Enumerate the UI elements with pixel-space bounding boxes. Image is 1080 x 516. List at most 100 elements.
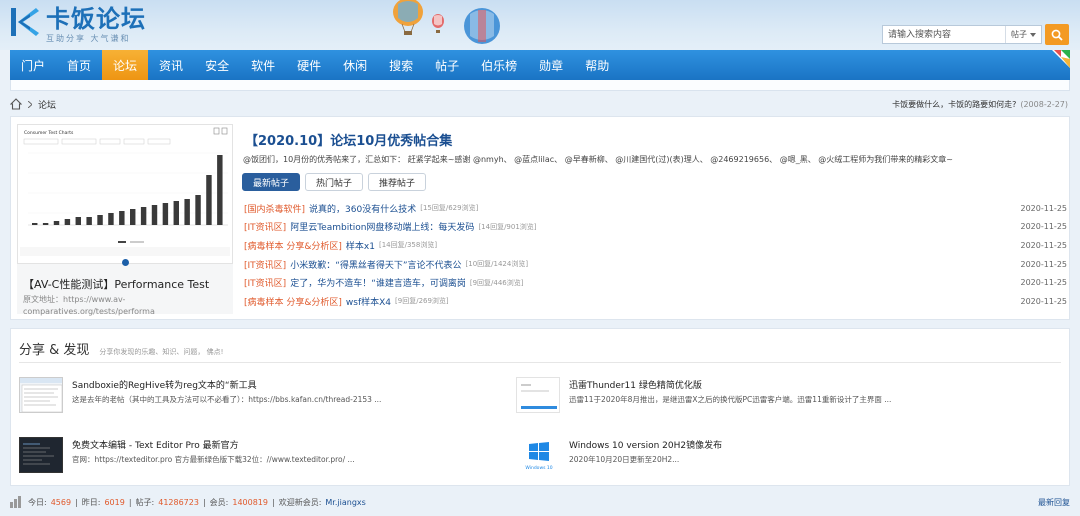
share-item-title[interactable]: 迅雷Thunder11 绿色精简优化版 <box>569 378 702 391</box>
chart-bar <box>140 207 147 225</box>
chevron-down-icon <box>1030 32 1036 37</box>
chart-bar <box>97 215 103 225</box>
chart-bar <box>206 175 212 225</box>
featured-thread-title[interactable]: 【2020.10】论坛10月优秀帖合集 <box>245 130 452 149</box>
share-thumbnail[interactable] <box>516 377 560 413</box>
thread-date: 2020-11-25 <box>1020 278 1068 288</box>
nav-item[interactable]: 软件 <box>240 50 286 80</box>
logo-k-icon <box>11 8 39 36</box>
stat-label: 帖子: <box>135 497 155 507</box>
nav-item[interactable]: 伯乐榜 <box>470 50 528 80</box>
site-header: 卡饭论坛 互助分享 大气谦和 帖子 <box>0 0 1080 50</box>
chart-bar <box>119 211 125 225</box>
thread-row[interactable]: [病毒样本 分享&分析区] wsf样本X4 [9回复/269浏览] 2020-11-2… <box>244 292 1067 311</box>
nav-item[interactable]: 论坛 <box>102 50 149 80</box>
main-nav: 门户 首页 论坛 资讯 安全 软件 硬件 休闲 搜索 帖子 伯乐榜 勋章 帮助 <box>10 50 1070 80</box>
nav-item[interactable]: 资讯 <box>148 50 194 80</box>
share-item[interactable]: Windows 10 Windows 10 version 20H2镜像发布 2… <box>516 437 1006 477</box>
share-item-title[interactable]: Sandboxie的RegHive转为reg文本的“新工具 <box>72 378 257 391</box>
stat-members: 1400819 <box>232 497 268 507</box>
thread-date: 2020-11-25 <box>1020 296 1068 306</box>
balloon-decoration <box>393 0 423 35</box>
chart-bar <box>108 213 114 225</box>
forum-stats: 今日: 4569 | 昨日: 6019 | 帖子: 41286723 | 会员:… <box>10 495 366 509</box>
share-item-title[interactable]: 免费文本编辑 - Text Editor Pro 最新官方 <box>72 438 239 451</box>
thread-tab[interactable]: 热门帖子 <box>305 173 364 191</box>
thread-stats: [9回复/446浏览] <box>469 278 524 287</box>
thread-category[interactable]: [IT资讯区] <box>244 258 286 271</box>
thread-title[interactable]: 阿里云Teambition网盘移动端上线：每天发码 <box>290 220 474 233</box>
thread-category[interactable]: [国内杀毒软件] <box>244 202 305 215</box>
chart-bar <box>162 203 169 225</box>
nav-item[interactable]: 帮助 <box>574 50 620 80</box>
share-title[interactable]: 分享 & 发现 <box>19 339 89 358</box>
nav-item[interactable]: 门户 <box>10 50 56 80</box>
thread-tab[interactable]: 推荐帖子 <box>368 173 427 191</box>
thread-stats: [15回复/629浏览] <box>420 204 479 213</box>
separator: | <box>128 497 132 507</box>
windows-label: Windows 10 <box>525 465 552 471</box>
slide-image[interactable]: Consumer Test Charts <box>17 124 233 264</box>
share-item-title[interactable]: Windows 10 version 20H2镜像发布 <box>569 438 722 451</box>
nav-item[interactable]: 勋章 <box>528 50 574 80</box>
search-input[interactable] <box>883 26 1005 43</box>
home-icon[interactable] <box>10 98 22 110</box>
search-type-label: 帖子 <box>1011 30 1027 39</box>
thread-category[interactable]: [病毒样本 分享&分析区] <box>244 239 342 252</box>
share-thumbnail[interactable] <box>19 437 63 473</box>
notice-text[interactable]: 卡饭要做什么，卡饭的路要如何走? <box>892 100 1016 109</box>
site-logo[interactable]: 卡饭论坛 互助分享 大气谦和 <box>10 6 146 43</box>
thread-row[interactable]: [IT资讯区] 定了，华为不造车！“谁建言造车，可调离岗 [9回复/446浏览] 20… <box>244 273 1067 292</box>
latest-reply-link[interactable]: 最新回复 <box>1038 497 1070 508</box>
balloon-decoration <box>464 8 500 44</box>
slide-caption[interactable]: 【AV-C性能测试】Performance Test <box>23 276 209 292</box>
site-notice[interactable]: 卡饭要做什么，卡饭的路要如何走? (2008-2-27) <box>892 99 1068 110</box>
thread-category[interactable]: [IT资讯区] <box>244 220 286 233</box>
nav-item[interactable]: 首页 <box>56 50 102 80</box>
thread-list: [国内杀毒软件] 说真的，360没有什么技术 [15回复/629浏览] 2020-11… <box>244 199 1067 311</box>
thread-stats: [10回复/1424浏览] <box>465 260 529 269</box>
thread-title[interactable]: wsf样本X4 <box>346 295 391 308</box>
nav-item[interactable]: 安全 <box>194 50 240 80</box>
thread-row[interactable]: [病毒样本 分享&分析区] 样本x1 [14回复/358浏览] 2020-11-25 <box>244 236 1067 255</box>
chart-bar <box>195 195 201 225</box>
breadcrumb-current[interactable]: 论坛 <box>38 98 56 111</box>
thread-row[interactable]: [国内杀毒软件] 说真的，360没有什么技术 [15回复/629浏览] 2020-11… <box>244 199 1067 218</box>
share-thumbnail[interactable] <box>19 377 63 413</box>
share-item-excerpt: 官网：https://texteditor.pro 官方最新绿色版下载32位：/… <box>72 455 355 464</box>
thread-category[interactable]: [病毒样本 分享&分析区] <box>244 295 342 308</box>
color-flag-icon[interactable] <box>1052 50 1070 68</box>
chart-bar <box>32 223 38 225</box>
stat-yesterday: 6019 <box>104 497 125 507</box>
thread-stats: [14回复/358浏览] <box>378 241 438 250</box>
thread-title[interactable]: 定了，华为不造车！“谁建言造车，可调离岗 <box>290 276 466 289</box>
thread-title[interactable]: 样本x1 <box>346 239 375 252</box>
nav-item[interactable]: 硬件 <box>286 50 332 80</box>
stat-label: 会员: <box>209 497 229 507</box>
share-item-excerpt: 这是去年的老帖（其中的工具及方法可以不必看了）：https://bbs.kafa… <box>72 395 382 404</box>
logo-slogan: 互助分享 大气谦和 <box>46 34 131 43</box>
chart-bar <box>173 201 179 225</box>
share-item[interactable]: Sandboxie的RegHive转为reg文本的“新工具 这是去年的老帖（其中… <box>19 377 509 417</box>
thread-category[interactable]: [IT资讯区] <box>244 276 286 289</box>
thread-row[interactable]: [IT资讯区] 小米致歉：“得黑丝者得天下”言论不代表公 [10回复/1424浏览]… <box>244 255 1067 274</box>
share-item-excerpt: 迅雷11于2020年8月推出，是继迅雷X之后的换代版PC迅雷客户端。迅雷11重新… <box>569 395 892 404</box>
share-item-excerpt: 2020年10月20日更新至20H2... <box>569 455 680 464</box>
nav-item[interactable]: 搜索 <box>378 50 424 80</box>
share-item[interactable]: 迅雷Thunder11 绿色精简优化版 迅雷11于2020年8月推出，是继迅雷X… <box>516 377 1006 417</box>
nav-item[interactable]: 休闲 <box>332 50 378 80</box>
search-button[interactable] <box>1045 24 1069 45</box>
search-type-select[interactable]: 帖子 <box>1005 26 1041 43</box>
share-item[interactable]: 免费文本编辑 - Text Editor Pro 最新官方 官网：https:/… <box>19 437 509 477</box>
image-slideshow[interactable]: Consumer Test Charts 【AV-C性能测试】Performan… <box>17 124 233 316</box>
thread-tab[interactable]: 最新帖子 <box>242 173 301 191</box>
chart-bar <box>184 199 190 225</box>
thread-row[interactable]: [IT资讯区] 阿里云Teambition网盘移动端上线：每天发码 [14回复/90… <box>244 218 1067 237</box>
nav-item[interactable]: 帖子 <box>424 50 470 80</box>
thread-title[interactable]: 小米致歉：“得黑丝者得天下”言论不代表公 <box>290 258 461 271</box>
share-thumbnail[interactable]: Windows 10 <box>516 437 560 473</box>
new-member-link[interactable]: Mr.jiangxs <box>325 498 365 507</box>
slide-source-line: comparatives.org/tests/performa <box>23 307 155 316</box>
thread-title[interactable]: 说真的，360没有什么技术 <box>309 202 416 215</box>
slide-dot[interactable] <box>121 259 129 266</box>
